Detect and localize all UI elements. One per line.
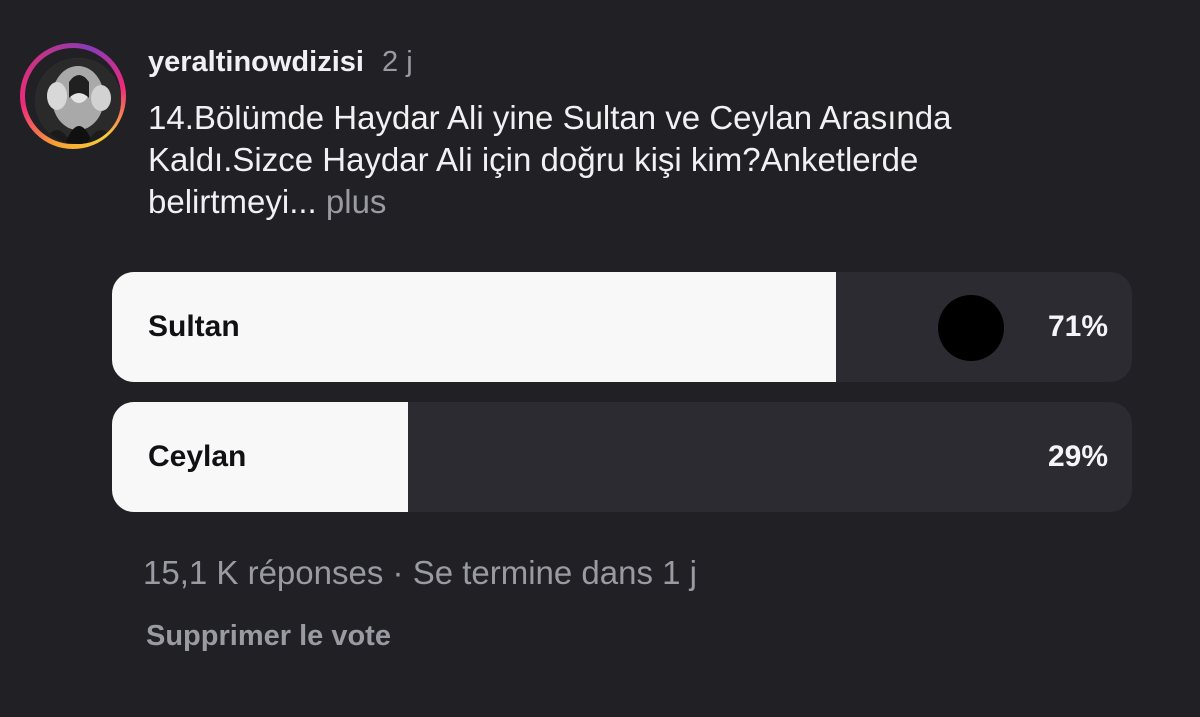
- post-time: 2 j: [382, 46, 413, 78]
- poll-option-sultan[interactable]: Sultan 71%: [112, 272, 1132, 382]
- caption-line: belirtmeyi... plus: [148, 181, 1158, 223]
- username-link[interactable]: yeraltinowdizisi: [148, 46, 364, 78]
- avatar: [35, 58, 121, 144]
- caption-line: Kaldı.Sizce Haydar Ali için doğru kişi k…: [148, 141, 919, 178]
- avatar-image: [35, 58, 121, 144]
- poll-post: yeraltinowdizisi 2 j 14.Bölümde Haydar A…: [0, 0, 1200, 717]
- story-ring-avatar[interactable]: [20, 43, 126, 149]
- poll-option-label: Sultan: [148, 310, 240, 343]
- poll-meta: 15,1 K réponses · Se termine dans 1 j: [143, 552, 697, 594]
- post-caption: 14.Bölümde Haydar Ali yine Sultan ve Cey…: [148, 97, 1158, 223]
- caption-text: belirtmeyi...: [148, 183, 317, 220]
- poll-option-percent: 29%: [1047, 440, 1108, 473]
- post-header: yeraltinowdizisi 2 j: [148, 44, 413, 80]
- poll-option-percent: 71%: [1047, 310, 1108, 343]
- meta-separator: ·: [392, 554, 404, 591]
- delete-vote-button[interactable]: Supprimer le vote: [146, 617, 391, 655]
- more-link[interactable]: plus: [326, 183, 387, 220]
- voter-avatar-icon: [938, 295, 1004, 361]
- poll-option-ceylan[interactable]: Ceylan 29%: [112, 402, 1132, 512]
- poll-option-label: Ceylan: [148, 440, 247, 473]
- poll-end-time: Se termine dans 1 j: [412, 554, 698, 591]
- response-count: 15,1 K réponses: [143, 554, 384, 591]
- caption-line: 14.Bölümde Haydar Ali yine Sultan ve Cey…: [148, 99, 952, 136]
